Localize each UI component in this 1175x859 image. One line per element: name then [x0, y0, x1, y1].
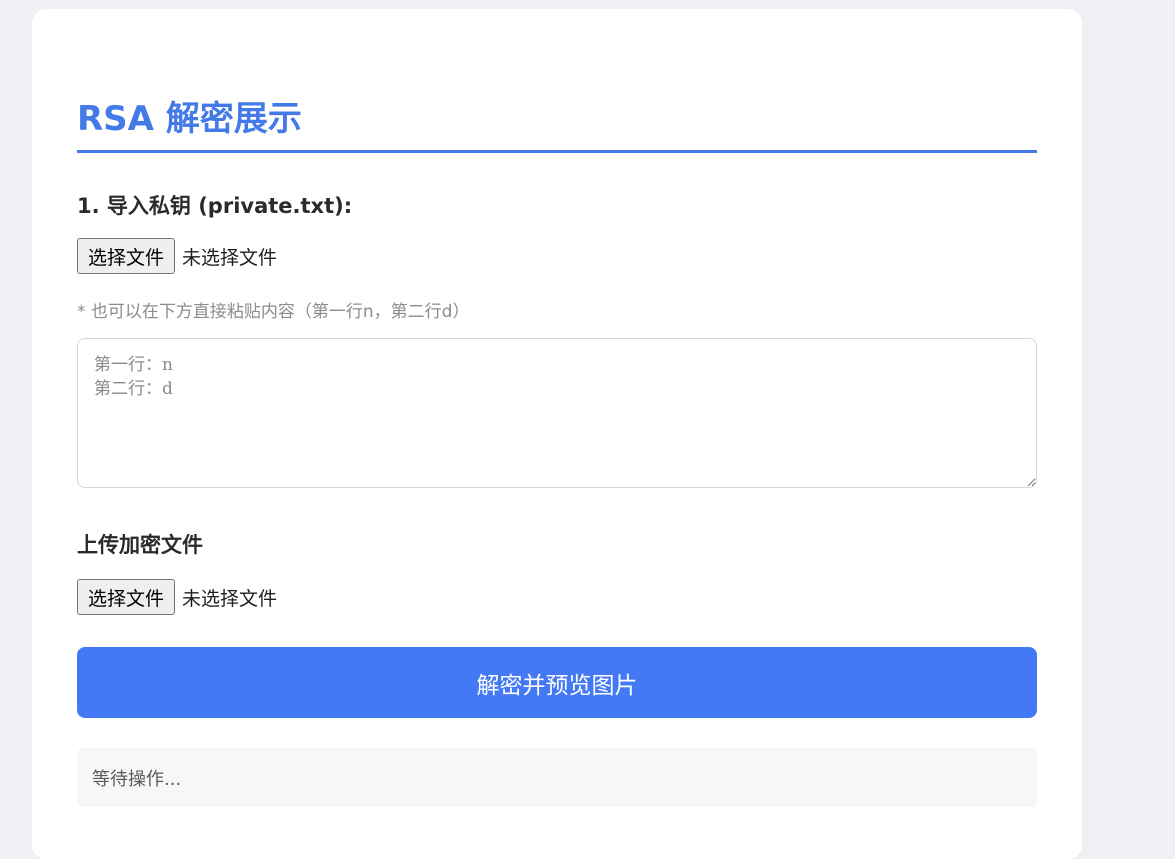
- encrypted-file-choose-file-button[interactable]: 选择文件: [77, 579, 176, 615]
- private-key-label: 1. 导入私钥 (private.txt):: [77, 194, 353, 218]
- private-key-hint: * 也可以在下方直接粘贴内容（第一行n，第二行d）: [77, 302, 470, 322]
- status-text: 等待操作...: [92, 768, 182, 790]
- main-card: RSA 解密展示 1. 导入私钥 (private.txt): 选择文件 未选择…: [32, 9, 1082, 859]
- private-key-choose-file-button[interactable]: 选择文件: [77, 238, 176, 274]
- encrypted-file-input[interactable]: 选择文件 未选择文件: [77, 578, 277, 616]
- page-title: RSA 解密展示: [77, 99, 302, 139]
- private-key-file-status: 未选择文件: [182, 246, 278, 269]
- status-box: 等待操作...: [77, 748, 1037, 807]
- title-divider: [77, 150, 1037, 153]
- encrypted-file-label: 上传加密文件: [77, 533, 203, 557]
- decrypt-preview-button[interactable]: 解密并预览图片: [77, 647, 1037, 718]
- private-key-file-input[interactable]: 选择文件 未选择文件: [77, 237, 277, 275]
- encrypted-file-status: 未选择文件: [182, 587, 278, 610]
- private-key-textarea[interactable]: [77, 338, 1037, 488]
